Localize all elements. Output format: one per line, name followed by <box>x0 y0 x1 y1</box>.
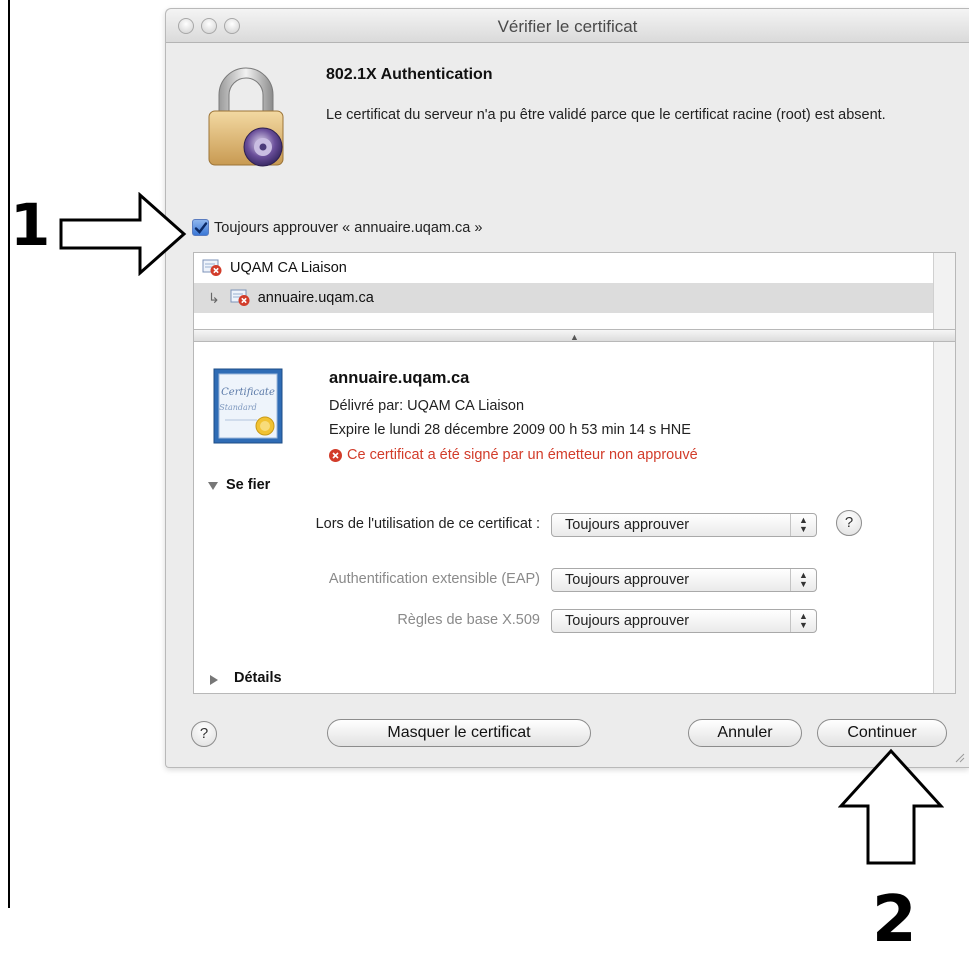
annotation-arrow-up-icon <box>838 748 944 865</box>
usage-policy-value: Toujours approuver <box>565 517 690 533</box>
details-heading[interactable]: Détails <box>234 670 282 686</box>
select-arrows-icon: ▲ ▼ <box>790 514 816 536</box>
annotation-number-2: 2 <box>872 883 917 957</box>
select-arrows-icon: ▲ ▼ <box>790 569 816 591</box>
title-bar[interactable]: Vérifier le certificat <box>166 9 969 43</box>
usage-policy-select[interactable]: Toujours approuver ▲ ▼ <box>551 513 817 537</box>
details-disclosure-icon[interactable] <box>210 675 218 685</box>
error-icon <box>329 448 342 462</box>
x509-policy-label: Règles de base X.509 <box>397 612 540 628</box>
select-arrows-icon: ▲ ▼ <box>790 610 816 632</box>
certificate-warning: Ce certificat a été signé par un émetteu… <box>329 447 698 463</box>
always-trust-checkbox[interactable] <box>192 219 209 236</box>
always-trust-row[interactable]: Toujours approuver « annuaire.uqam.ca » <box>192 219 482 236</box>
padlock-icon <box>208 67 284 167</box>
chain-item-label: annuaire.uqam.ca <box>257 290 374 306</box>
certificate-chain-list[interactable]: UQAM CA Liaison ↳ annuaire.uqam.ca <box>193 252 956 330</box>
certificate-name: annuaire.uqam.ca <box>329 369 470 387</box>
se-fier-heading[interactable]: Se fier <box>226 477 270 493</box>
x509-policy-value: Toujours approuver <box>565 613 690 629</box>
verify-certificate-window: Vérifier le certificat 802.1X Authentica… <box>165 8 969 768</box>
trust-help-button[interactable]: ? <box>836 510 862 536</box>
certificate-detail-pane: Certificate Standard annuaire.uqam.ca Dé… <box>193 342 956 694</box>
se-fier-disclosure-icon[interactable] <box>208 482 218 490</box>
checkmark-icon <box>194 221 207 234</box>
cert-error-icon <box>230 289 250 306</box>
certificate-expiry: Expire le lundi 28 décembre 2009 00 h 53… <box>329 422 691 438</box>
help-button[interactable]: ? <box>191 721 217 747</box>
warning-text: Ce certificat a été signé par un émetteu… <box>347 447 698 463</box>
x509-policy-select[interactable]: Toujours approuver ▲ ▼ <box>551 609 817 633</box>
chain-scrollbar[interactable] <box>933 253 955 329</box>
certificate-issuer: Délivré par: UQAM CA Liaison <box>329 398 525 414</box>
cancel-button[interactable]: Annuler <box>688 719 802 747</box>
cert-error-icon <box>202 259 222 276</box>
chain-item-uqam-ca-liaison[interactable]: UQAM CA Liaison <box>202 253 922 283</box>
window-title: Vérifier le certificat <box>497 17 638 36</box>
child-arrow-icon: ↳ <box>208 289 220 306</box>
certificate-image-subtext: Standard <box>219 403 256 412</box>
chain-item-annuaire[interactable]: ↳ annuaire.uqam.ca <box>194 283 934 313</box>
usage-policy-label: Lors de l'utilisation de ce certificat : <box>315 516 540 532</box>
auth-description: Le certificat du serveur n'a pu être val… <box>326 107 886 123</box>
pane-splitter[interactable]: ▲ <box>193 330 956 342</box>
chain-item-label: UQAM CA Liaison <box>230 260 347 276</box>
certificate-icon: Certificate Standard <box>213 368 283 444</box>
detail-scrollbar[interactable] <box>933 342 955 693</box>
resize-grip-icon[interactable] <box>953 751 965 763</box>
auth-title: 802.1X Authentication <box>326 66 493 83</box>
always-trust-label: Toujours approuver « annuaire.uqam.ca » <box>214 219 483 236</box>
annotation-arrow-right-icon <box>59 192 187 276</box>
continue-button[interactable]: Continuer <box>817 719 947 747</box>
eap-policy-label: Authentification extensible (EAP) <box>328 571 540 587</box>
annotation-number-1: 1 <box>10 191 51 259</box>
eap-policy-value: Toujours approuver <box>565 572 690 588</box>
certificate-image-text: Certificate <box>221 387 275 398</box>
page-left-rule <box>8 0 10 908</box>
hide-certificate-button[interactable]: Masquer le certificat <box>327 719 591 747</box>
eap-policy-select[interactable]: Toujours approuver ▲ ▼ <box>551 568 817 592</box>
splitter-grip-icon: ▲ <box>570 332 579 342</box>
